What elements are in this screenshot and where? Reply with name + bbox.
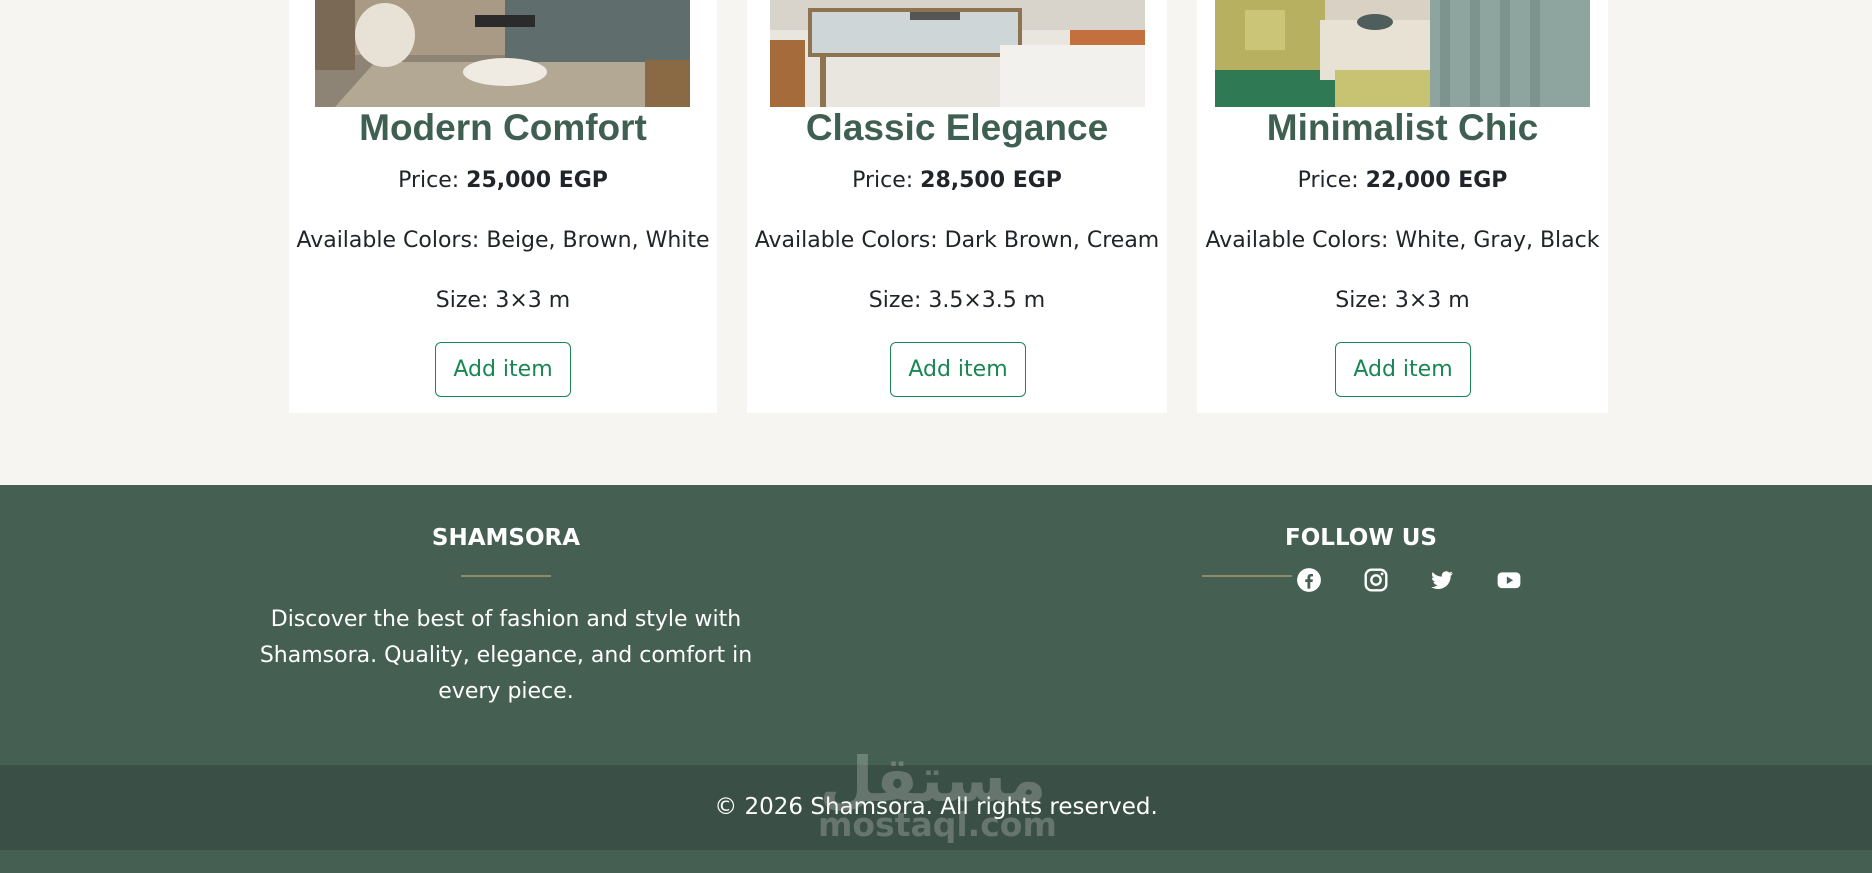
- price-value: 22,000 EGP: [1365, 168, 1508, 193]
- price-value: 25,000 EGP: [466, 168, 608, 193]
- product-price: Price: 22,000 EGP: [1197, 167, 1608, 195]
- price-value: 28,500 EGP: [920, 168, 1062, 193]
- product-price: Price: 25,000 EGP: [289, 167, 717, 195]
- product-price: Price: 28,500 EGP: [747, 167, 1167, 195]
- product-image: [1215, 0, 1590, 107]
- instagram-icon[interactable]: [1363, 567, 1389, 593]
- product-card: Classic Elegance Price: 28,500 EGP Avail…: [747, 0, 1167, 413]
- add-item-button[interactable]: Add item: [890, 342, 1026, 397]
- twitter-icon[interactable]: [1429, 567, 1455, 593]
- divider: [461, 575, 551, 577]
- product-size: Size: 3×3 m: [435, 288, 571, 313]
- product-card: Minimalist Chic Price: 22,000 EGP Availa…: [1197, 0, 1608, 413]
- youtube-icon[interactable]: [1496, 567, 1522, 593]
- product-size: Size: 3×3 m: [1335, 288, 1470, 313]
- add-item-button[interactable]: Add item: [1335, 342, 1471, 397]
- product-grid: Modern Comfort Price: 25,000 EGP Availab…: [0, 0, 1872, 485]
- product-title: Classic Elegance: [805, 107, 1109, 148]
- product-image: [315, 0, 690, 107]
- price-label: Price:: [1297, 168, 1366, 193]
- divider: [1202, 575, 1292, 577]
- add-item-button[interactable]: Add item: [435, 342, 571, 397]
- price-label: Price:: [398, 168, 467, 193]
- price-label: Price:: [852, 168, 921, 193]
- product-title: Minimalist Chic: [1266, 107, 1539, 148]
- product-colors: Available Colors: Beige, Brown, White: [296, 228, 710, 253]
- product-image: [770, 0, 1145, 107]
- footer-bottom-bar: © 2026 Shamsora. All rights reserved.: [0, 765, 1872, 850]
- site-footer: SHAMSORA Discover the best of fashion an…: [0, 485, 1872, 873]
- product-title: Modern Comfort: [359, 107, 647, 148]
- product-size: Size: 3.5×3.5 m: [868, 288, 1046, 313]
- footer-brand-title: SHAMSORA: [431, 525, 581, 551]
- product-card: Modern Comfort Price: 25,000 EGP Availab…: [289, 0, 717, 413]
- footer-description: Discover the best of fashion and style w…: [259, 607, 753, 704]
- facebook-icon[interactable]: [1296, 567, 1322, 593]
- follow-us-title: FOLLOW US: [1285, 525, 1437, 551]
- product-colors: Available Colors: White, Gray, Black: [1205, 228, 1600, 253]
- product-colors: Available Colors: Dark Brown, Cream: [754, 228, 1160, 253]
- copyright-text: © 2026 Shamsora. All rights reserved.: [714, 794, 1158, 820]
